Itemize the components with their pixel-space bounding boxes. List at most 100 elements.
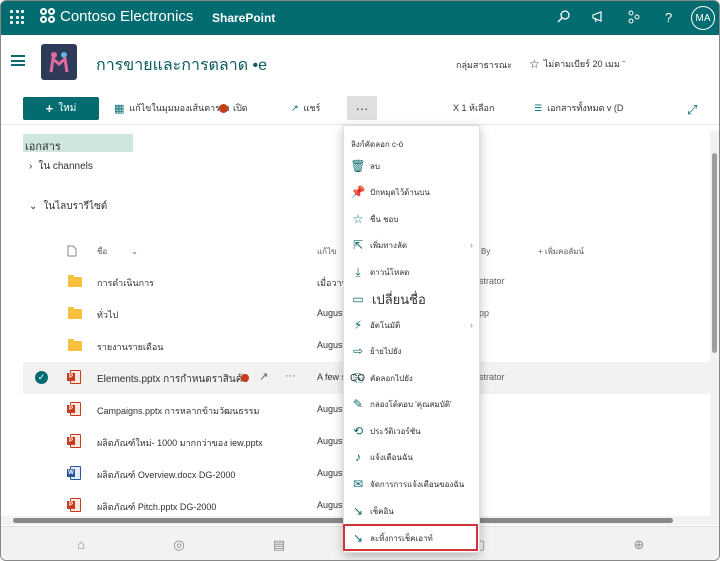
modified-by-cell: strator xyxy=(479,276,505,286)
menu-item[interactable]: ▭ เปลี่ยนชื่อ xyxy=(344,286,481,312)
menu-item-label: เช็คอิน xyxy=(370,506,394,516)
name-column-header[interactable]: ชื่อ ⌄ xyxy=(97,241,138,261)
menu-icon[interactable] xyxy=(11,55,25,66)
selected-count[interactable]: X 1 ห้เลือก xyxy=(453,101,494,115)
command-bar: + ใหม่ ▦ แก้ไขในมุมมองเส้นตาราง เปิด ↗ แ… xyxy=(1,93,719,125)
properties-icon: ✎ xyxy=(352,397,364,411)
news-icon[interactable]: ▤ xyxy=(271,537,287,553)
file-name[interactable]: ผลิตภัณฑ์ Pitch.pptx DG-2000 xyxy=(97,500,216,514)
name-column-label: ชื่อ xyxy=(97,246,108,256)
menu-item-label: ลิงก์คัดลอก c-ö xyxy=(351,139,404,149)
chevron-down-icon: ⌄ xyxy=(131,246,138,256)
row-more-icon[interactable]: ··· xyxy=(285,370,296,382)
share-button[interactable]: ↗ แชร์ xyxy=(291,101,320,115)
menu-item-label: กลองโต้ตอบ 'คุณสมบัติ' xyxy=(370,399,452,409)
library-label: ในไลบรารีไซต์ xyxy=(43,201,108,212)
open-badge-icon xyxy=(219,103,228,113)
add-column-header[interactable]: + เพิ่มคอลัมน์ xyxy=(538,241,584,261)
search-icon[interactable] xyxy=(556,9,572,25)
menu-item[interactable]: ⤓ ดาวน์โหลด xyxy=(344,259,481,285)
menu-item[interactable]: ⇱ เพิ่มทางลัด › xyxy=(344,232,481,258)
modified-by-cell: strator xyxy=(479,372,505,382)
modified-column-label: แก้ไข xyxy=(317,246,337,256)
open-button[interactable]: เปิด xyxy=(219,101,248,115)
modified-cell: August xyxy=(317,308,346,318)
edit-grid-button[interactable]: ▦ แก้ไขในมุมมองเส้นตาราง xyxy=(114,101,229,115)
menu-item[interactable]: 📌 ปักหมุดไว้ด้านบน xyxy=(344,179,481,205)
site-type: กลุ่มสาธารณะ xyxy=(456,60,513,70)
menu-item-label: ประวัติเวอร์ชัน xyxy=(370,426,421,436)
menu-item[interactable]: ⎘ CO คัดลอกไปยัง xyxy=(344,365,481,391)
share-icon[interactable]: ↗ xyxy=(259,370,268,383)
menu-item-label: ลบ xyxy=(370,161,380,171)
modified-cell: August xyxy=(317,500,346,510)
folder-icon xyxy=(68,306,82,320)
grid-icon: ▦ xyxy=(114,102,125,115)
channels-section[interactable]: › ใน channels xyxy=(29,159,93,174)
file-name[interactable]: ผลิตภัณฑ์ Overview.docx DG-2000 xyxy=(97,468,235,482)
brand[interactable]: Contoso Electronics xyxy=(40,8,193,25)
chevron-right-icon: › xyxy=(29,161,33,172)
file-name[interactable]: Campaigns.pptx การหลากข้ามวัฒนธรรม xyxy=(97,404,259,418)
share-label: แชร์ xyxy=(303,103,321,113)
breadcrumb[interactable]: เอกสาร xyxy=(23,134,133,153)
checkmark-icon[interactable]: ✓ xyxy=(35,371,48,384)
plus-icon: + xyxy=(45,101,54,116)
file-name[interactable]: ทั่วไป xyxy=(97,308,118,322)
app-name[interactable]: SharePoint xyxy=(212,11,275,25)
menu-item[interactable]: ⚡ อัตโนมัติ › xyxy=(344,312,481,338)
menu-item-label: เปลี่ยนชื่อ xyxy=(372,291,426,307)
menu-item[interactable]: ☆ ชื่น ชอบ xyxy=(344,206,481,232)
file-name[interactable]: การดำเนินการ xyxy=(97,276,154,290)
modified-column-header[interactable]: แก้ไข xyxy=(317,241,337,261)
menu-item[interactable]: ⇨ ย้ายไปยัง xyxy=(344,338,481,364)
delete-icon: 🗑 xyxy=(350,159,366,173)
context-menu: ลิงก์คัดลอก c-ö 🗑 ลบ 📌 ปักหมุดไว้ด้านบน ☆ ชื่น… xyxy=(343,125,480,553)
list-view-icon: ☰ xyxy=(534,102,543,113)
bell-icon: ♪ xyxy=(355,450,361,464)
menu-item[interactable]: ♪ แจ้งเตือนฉัน xyxy=(344,444,481,470)
file-name[interactable]: รายงานรายเดือน xyxy=(97,340,163,354)
menu-item[interactable]: ✎ กลองโต้ตอบ 'คุณสมบัติ' xyxy=(344,391,481,417)
library-section[interactable]: ⌄ ในไลบรารีไซต์ xyxy=(29,199,107,214)
chevron-down-icon: ⌄ xyxy=(29,201,38,212)
help-icon[interactable]: ? xyxy=(661,9,677,25)
more-button[interactable]: ··· xyxy=(347,96,377,120)
shortcut-icon: ⇱ xyxy=(352,238,364,252)
menu-item[interactable]: 🗑 ลบ xyxy=(344,153,481,179)
site-header: การขายและการตลาด •e กลุ่มสาธารณะ ☆ ไม่ตา… xyxy=(1,35,719,93)
megaphone-icon[interactable] xyxy=(591,9,607,25)
view-label: เอกสารทั้งหมด v (D xyxy=(547,103,624,113)
vertical-scroll-thumb[interactable] xyxy=(712,153,717,353)
star-icon: ☆ xyxy=(352,212,364,226)
chevron-right-icon: › xyxy=(470,240,473,250)
share-network-icon[interactable] xyxy=(626,9,642,25)
menu-item-label: อัตโนมัติ xyxy=(370,320,401,330)
pin-icon: 📌 xyxy=(350,185,366,199)
file-name[interactable]: Elements.pptx การกำหนดราสินค้า xyxy=(97,372,248,387)
menu-item[interactable]: ⟲ ประวัติเวอร์ชัน xyxy=(344,418,481,444)
manage-alerts-icon: ✉ xyxy=(352,477,364,491)
menu-item-prefix: CO xyxy=(350,372,365,384)
follow-button[interactable]: ☆ ไม่ตามเบียร์ 20 เมม ˉ xyxy=(529,57,625,71)
avatar[interactable]: MA xyxy=(691,6,715,30)
folder-icon xyxy=(68,338,82,352)
channels-label: ใน channels xyxy=(38,161,93,172)
site-logo[interactable] xyxy=(41,44,77,80)
menu-item-label: ชื่น ชอบ xyxy=(370,214,399,224)
view-selector[interactable]: ☰ เอกสารทั้งหมด v (D xyxy=(534,101,623,115)
expand-icon[interactable]: ⤢ xyxy=(687,102,697,118)
menu-item[interactable]: ✉ จัดการการแจ้งเตือนของฉัน xyxy=(344,471,481,497)
waffle-icon[interactable] xyxy=(10,10,24,24)
file-name[interactable]: ผลิตภัณฑ์ใหม่- 1000 มากกว่าของ iew.pptx xyxy=(97,436,263,450)
menu-item[interactable]: ↘ เช็คอิน xyxy=(344,498,481,524)
globe-icon[interactable]: ◎ xyxy=(171,537,187,553)
new-button[interactable]: + ใหม่ xyxy=(23,97,99,120)
file-type-header-icon[interactable] xyxy=(67,241,77,261)
add-icon[interactable]: ⊕ xyxy=(631,537,647,553)
star-icon: ☆ xyxy=(529,57,540,71)
modified-by-column-header[interactable]: By xyxy=(481,241,490,261)
rename-icon: ▭ xyxy=(352,292,364,306)
download-icon: ⤓ xyxy=(355,264,361,279)
home-icon[interactable]: ⌂ xyxy=(73,537,89,553)
